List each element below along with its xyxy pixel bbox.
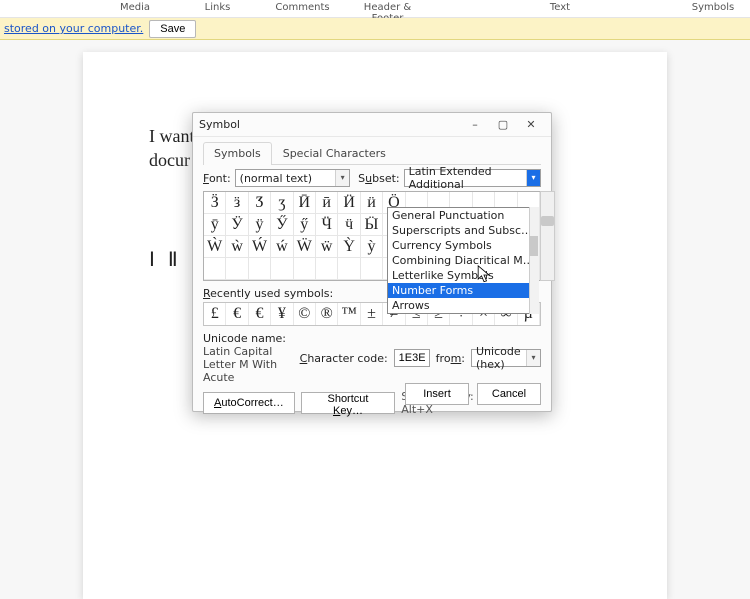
symbol-cell[interactable]: Ӳ [271, 214, 293, 236]
symbol-cell[interactable] [271, 258, 293, 280]
recent-symbol-cell[interactable]: ¥ [271, 303, 293, 325]
chevron-down-icon: ▾ [335, 170, 349, 186]
chevron-down-icon: ▾ [526, 170, 540, 186]
symbol-cell[interactable] [294, 258, 316, 280]
message-bar: stored on your computer. Save [0, 18, 750, 40]
recent-symbol-cell[interactable]: € [226, 303, 248, 325]
subset-option[interactable]: Currency Symbols [388, 238, 538, 253]
grid-scrollbar[interactable] [540, 191, 555, 281]
recent-symbol-cell[interactable]: ® [316, 303, 338, 325]
from-combo-value: Unicode (hex) [476, 345, 526, 371]
subset-combo-value: Latin Extended Additional [409, 165, 526, 191]
symbol-cell[interactable]: Ẁ [204, 236, 226, 258]
subset-label: Subset: [358, 172, 399, 185]
symbol-cell[interactable]: Ӥ [338, 192, 360, 214]
symbol-cell[interactable]: ẁ [226, 236, 248, 258]
symbol-cell[interactable]: ӱ [249, 214, 271, 236]
subset-option[interactable]: General Punctuation [388, 208, 538, 223]
maximize-button[interactable]: ▢ [489, 115, 517, 135]
subset-combo[interactable]: Latin Extended Additional ▾ [404, 169, 541, 187]
symbol-cell[interactable]: ӥ [361, 192, 383, 214]
charcode-input[interactable] [394, 349, 430, 367]
symbol-cell[interactable]: Ӣ [294, 192, 316, 214]
ribbon-group-links[interactable]: Links [195, 2, 240, 13]
dropdown-scroll-thumb[interactable] [529, 236, 538, 256]
symbol-cell[interactable]: Ӹ [361, 214, 383, 236]
recent-symbol-cell[interactable]: € [249, 303, 271, 325]
subset-option[interactable]: Arrows [388, 298, 538, 313]
charcode-label: Character code: [300, 352, 388, 365]
symbol-cell[interactable]: ӣ [316, 192, 338, 214]
tab-special-characters[interactable]: Special Characters [272, 142, 397, 165]
shortcut-key-button[interactable]: Shortcut Key… [301, 392, 396, 414]
message-bar-link[interactable]: stored on your computer. [4, 22, 143, 35]
recent-symbol-cell[interactable]: ± [361, 303, 383, 325]
subset-option-highlighted[interactable]: Number Forms [388, 283, 538, 298]
unicode-name-value: Latin Capital Letter M With Acute [203, 345, 294, 384]
recent-symbol-cell[interactable]: © [294, 303, 316, 325]
recent-symbol-cell[interactable]: £ [204, 303, 226, 325]
ribbon-group-text[interactable]: Text [540, 2, 580, 13]
symbol-cell[interactable]: ӟ [226, 192, 248, 214]
symbol-cell[interactable]: ẅ [316, 236, 338, 258]
symbol-cell[interactable]: ӵ [338, 214, 360, 236]
from-combo[interactable]: Unicode (hex) ▾ [471, 349, 541, 367]
symbol-cell[interactable] [204, 258, 226, 280]
symbol-cell[interactable]: Ỳ [338, 236, 360, 258]
font-combo-value: (normal text) [240, 172, 335, 185]
message-bar-save-button[interactable]: Save [149, 20, 196, 38]
symbol-cell[interactable]: Ẃ [249, 236, 271, 258]
symbol-cell[interactable]: ẃ [271, 236, 293, 258]
symbol-cell[interactable] [226, 258, 248, 280]
font-combo[interactable]: (normal text) ▾ [235, 169, 350, 187]
ribbon-group-media[interactable]: Media [100, 2, 170, 13]
insert-button[interactable]: Insert [405, 383, 469, 405]
autocorrect-button[interactable]: AutoCorrect… [203, 392, 295, 414]
symbol-cell[interactable]: ӳ [294, 214, 316, 236]
ribbon-strip: Media Links Comments Header & Footer Tex… [0, 0, 750, 18]
chevron-down-icon: ▾ [526, 350, 540, 366]
close-button[interactable]: ✕ [517, 115, 545, 135]
symbol-cell[interactable] [361, 258, 383, 280]
symbol-cell[interactable]: Ӵ [316, 214, 338, 236]
symbol-cell[interactable]: Ӟ [204, 192, 226, 214]
cancel-button[interactable]: Cancel [477, 383, 541, 405]
symbol-cell[interactable]: Ӡ [249, 192, 271, 214]
symbol-cell[interactable] [338, 258, 360, 280]
symbol-cell[interactable]: Ӱ [226, 214, 248, 236]
from-label: from: [436, 352, 465, 365]
subset-option[interactable]: Combining Diacritical Marks for Symbols [388, 253, 538, 268]
font-label: Font: [203, 172, 231, 185]
subset-option[interactable]: Superscripts and Subscripts [388, 223, 538, 238]
unicode-name-label: Unicode name: [203, 332, 294, 345]
dropdown-scrollbar[interactable] [529, 207, 539, 314]
dialog-title: Symbol [199, 118, 461, 131]
dialog-titlebar: Symbol – ▢ ✕ [193, 113, 551, 137]
symbol-cell[interactable] [316, 258, 338, 280]
symbol-dialog: Symbol – ▢ ✕ Symbols Special Characters … [192, 112, 552, 412]
symbol-cell[interactable]: ӡ [271, 192, 293, 214]
ribbon-group-comments[interactable]: Comments [275, 2, 330, 13]
recent-symbol-cell[interactable]: ™ [338, 303, 360, 325]
subset-dropdown-list: General Punctuation Superscripts and Sub… [387, 207, 539, 314]
symbol-cell[interactable]: ӯ [204, 214, 226, 236]
tab-symbols[interactable]: Symbols [203, 142, 272, 165]
symbol-cell[interactable]: ỳ [361, 236, 383, 258]
dialog-tabs: Symbols Special Characters [203, 141, 541, 165]
symbol-cell[interactable]: Ẅ [294, 236, 316, 258]
symbol-cell[interactable] [249, 258, 271, 280]
subset-option[interactable]: Letterlike Symbols [388, 268, 538, 283]
minimize-button[interactable]: – [461, 115, 489, 135]
grid-scroll-thumb[interactable] [541, 216, 554, 226]
ribbon-group-symbols[interactable]: Symbols [688, 2, 738, 13]
